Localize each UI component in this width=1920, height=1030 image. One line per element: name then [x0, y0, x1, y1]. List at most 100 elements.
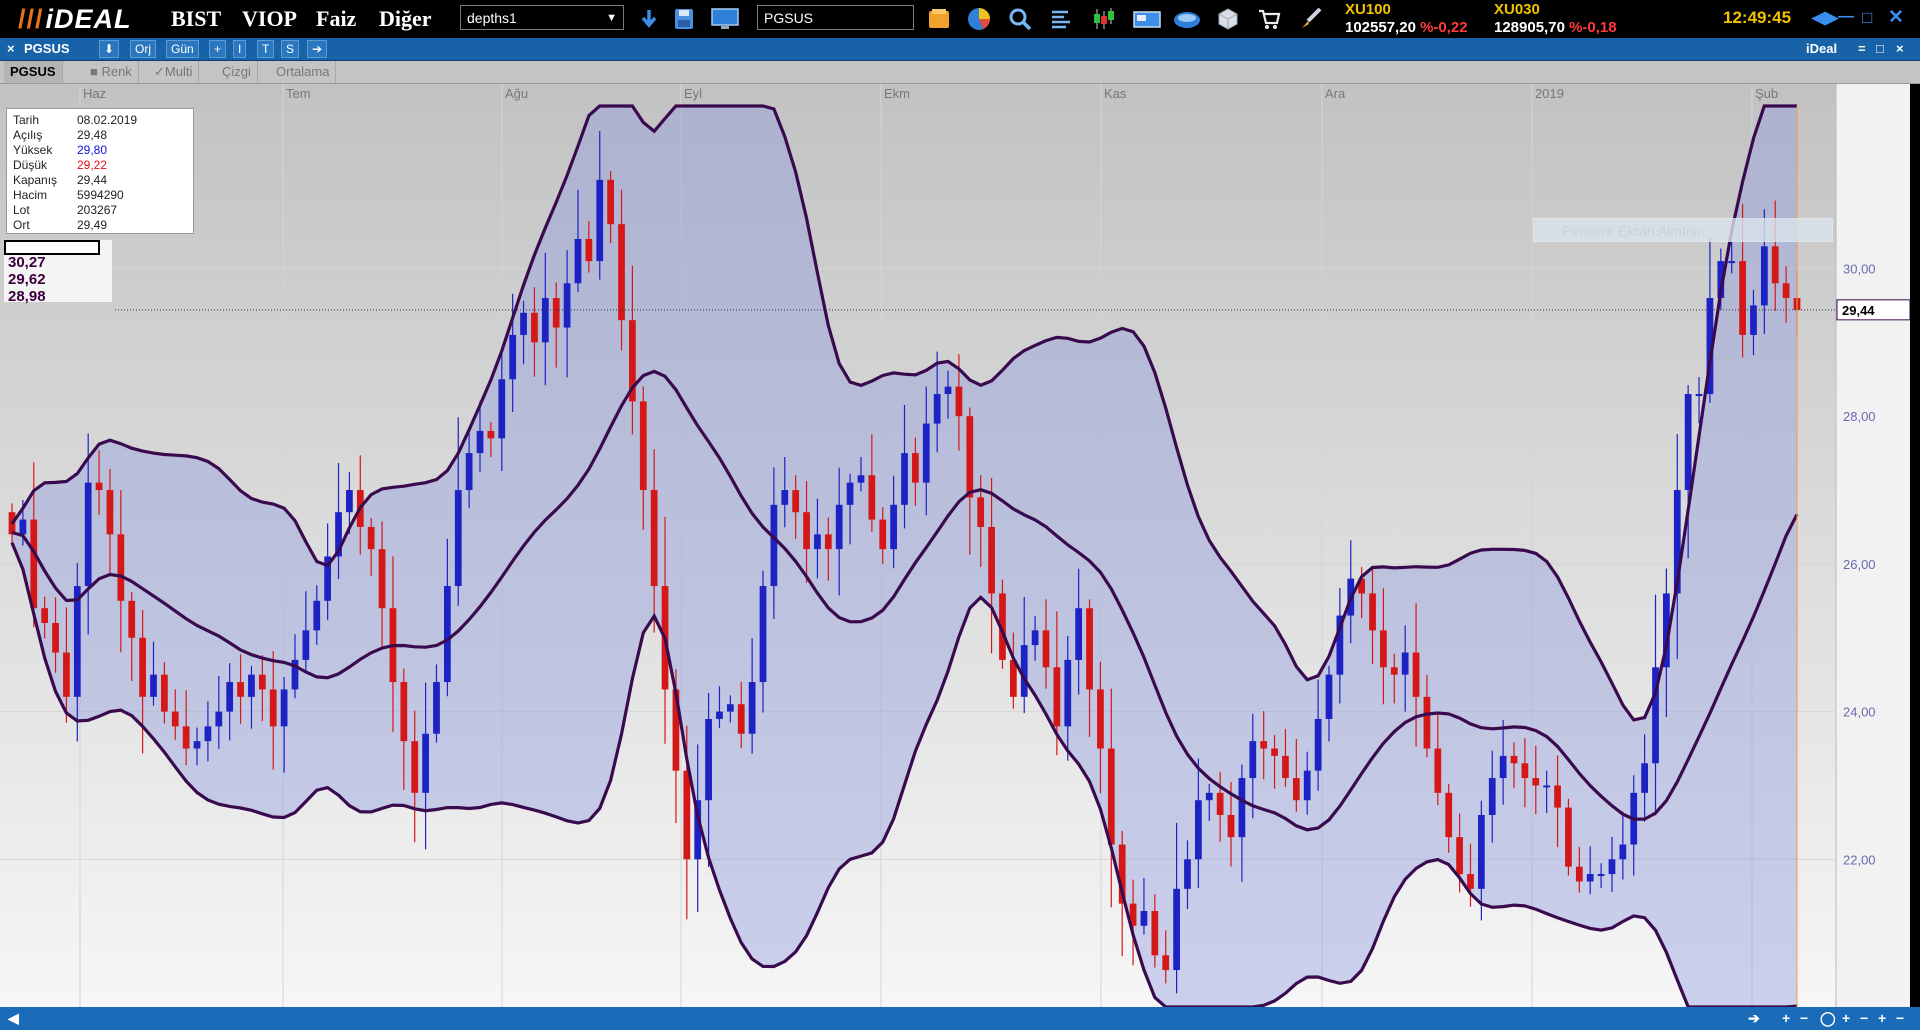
cube-icon[interactable]: [1215, 6, 1241, 32]
info-value: 29,22: [77, 158, 108, 172]
candle-body: [30, 519, 38, 609]
candle-body: [313, 600, 321, 631]
candle-body: [966, 416, 974, 498]
candle-body: [1380, 630, 1387, 668]
candle-body: [443, 586, 451, 683]
zoom-in-3-icon[interactable]: +: [1878, 1010, 1886, 1026]
candle-body: [1412, 652, 1420, 697]
menu-diger[interactable]: Diğer: [379, 6, 432, 32]
chevron-down-icon[interactable]: ▼: [606, 6, 617, 31]
zoom-out-3-icon[interactable]: −: [1896, 1010, 1904, 1026]
candle-body: [814, 534, 821, 550]
zoom-in-icon[interactable]: +: [1782, 1010, 1790, 1026]
period-gun-button[interactable]: Gün: [166, 40, 199, 58]
candle-body: [161, 674, 168, 712]
window-close-button[interactable]: ×: [1896, 41, 1904, 56]
candle-body: [890, 504, 897, 550]
candle-body: [226, 682, 234, 712]
info-value: 08.02.2019: [77, 113, 138, 127]
orj-button[interactable]: Orj: [130, 40, 156, 58]
candle-body: [1249, 741, 1257, 779]
zoom-out-2-icon[interactable]: −: [1860, 1010, 1868, 1026]
download-button[interactable]: ⬇: [99, 40, 120, 58]
pie-chart-icon[interactable]: [966, 6, 992, 32]
info-label: Açılış: [13, 128, 43, 142]
folder-icon[interactable]: [926, 6, 952, 32]
candle-body: [1205, 792, 1213, 801]
color-toggle[interactable]: ■ Renk: [84, 61, 139, 83]
save-icon[interactable]: [671, 6, 697, 32]
monitor-icon[interactable]: [710, 6, 740, 32]
candle-body: [128, 600, 136, 638]
info-label: Tarih: [13, 113, 40, 127]
candle-body: [977, 497, 985, 527]
window-minimize-icon[interactable]: =: [1858, 41, 1866, 56]
candle-body: [487, 430, 495, 439]
scroll-left-icon[interactable]: ◀: [8, 1010, 19, 1027]
info-value: 29,48: [77, 128, 108, 142]
scroll-right-icon[interactable]: ➔: [1748, 1010, 1760, 1027]
close-icon[interactable]: ✕: [1888, 6, 1904, 29]
tool-i-button[interactable]: I: [233, 40, 247, 58]
menu-faiz[interactable]: Faiz: [316, 6, 356, 32]
portfolio-icon[interactable]: [1172, 6, 1202, 32]
candle-body: [258, 674, 266, 690]
maximize-icon[interactable]: □: [1862, 8, 1872, 28]
search-icon[interactable]: [1007, 6, 1033, 32]
page-select[interactable]: depths1 ▼: [460, 5, 624, 30]
symbol-search-input[interactable]: PGSUS: [757, 5, 914, 30]
candle-body: [422, 733, 429, 793]
arrow-right-icon[interactable]: ➔: [307, 40, 328, 58]
xu030-name: XU030: [1494, 1, 1540, 18]
candle-body: [19, 519, 27, 535]
candle-body: [726, 704, 734, 712]
multi-toggle[interactable]: ✓Multi: [148, 61, 200, 83]
clock: 12:49:45: [1723, 8, 1792, 27]
x-tick-label: Tem: [286, 86, 311, 101]
window-maximize-icon[interactable]: □: [1876, 41, 1884, 56]
candle-body: [1107, 748, 1115, 845]
candle-body: [1401, 652, 1409, 675]
candle-body: [1521, 763, 1529, 779]
info-value: 29,49: [77, 218, 108, 232]
xu030-change: %-0,18: [1569, 19, 1617, 36]
average-toggle[interactable]: Ortalama: [270, 61, 337, 83]
add-button[interactable]: +: [209, 40, 227, 58]
cart-icon[interactable]: [1256, 6, 1282, 32]
top-bar: ///iDEAL BIST VIOP Faiz Diğer depths1 ▼ …: [0, 0, 1920, 38]
candle-body: [574, 238, 582, 284]
candles-icon[interactable]: [1091, 6, 1117, 32]
brush-icon[interactable]: [1298, 6, 1324, 32]
candle-body: [955, 386, 963, 417]
candle-body: [639, 401, 647, 491]
menu-viop[interactable]: VIOP: [242, 6, 297, 32]
candle-body: [400, 682, 408, 742]
tool-t-button[interactable]: T: [257, 40, 275, 58]
candle-body: [531, 312, 538, 343]
chart-symbol-tab[interactable]: PGSUS: [4, 61, 63, 83]
candle-body: [476, 430, 484, 454]
line-toggle[interactable]: Çizgi: [216, 61, 258, 83]
list-icon[interactable]: [1048, 6, 1074, 32]
zoom-in-2-icon[interactable]: +: [1842, 1010, 1850, 1026]
news-icon[interactable]: [1132, 6, 1162, 32]
zoom-out-icon[interactable]: −: [1800, 1010, 1808, 1026]
x-tick-label: Ekm: [884, 86, 910, 101]
window-symbol[interactable]: PGSUS: [24, 41, 70, 56]
band-middle-value: 29,62: [8, 271, 46, 288]
zoom-reset-icon[interactable]: ◯: [1820, 1010, 1836, 1027]
back-icon[interactable]: ◀▶: [1812, 8, 1838, 28]
tool-s-button[interactable]: S: [281, 40, 300, 58]
candle-body: [857, 475, 865, 483]
candle-body: [1467, 874, 1474, 889]
candle-body: [541, 298, 549, 343]
minimize-icon[interactable]: —: [1838, 8, 1854, 26]
window-close-icon[interactable]: ×: [7, 41, 15, 56]
menu-bist[interactable]: BIST: [171, 6, 221, 32]
candle-body: [1075, 608, 1083, 660]
chart-window-titlebar: × PGSUS ⬇ Orj Gün + I T S ➔ iDeal = □ ×: [0, 38, 1920, 61]
xu100-change: %-0,22: [1420, 19, 1468, 36]
candle-body: [1434, 748, 1442, 793]
download-icon[interactable]: [636, 6, 662, 32]
x-tick-label: Şub: [1755, 86, 1778, 101]
